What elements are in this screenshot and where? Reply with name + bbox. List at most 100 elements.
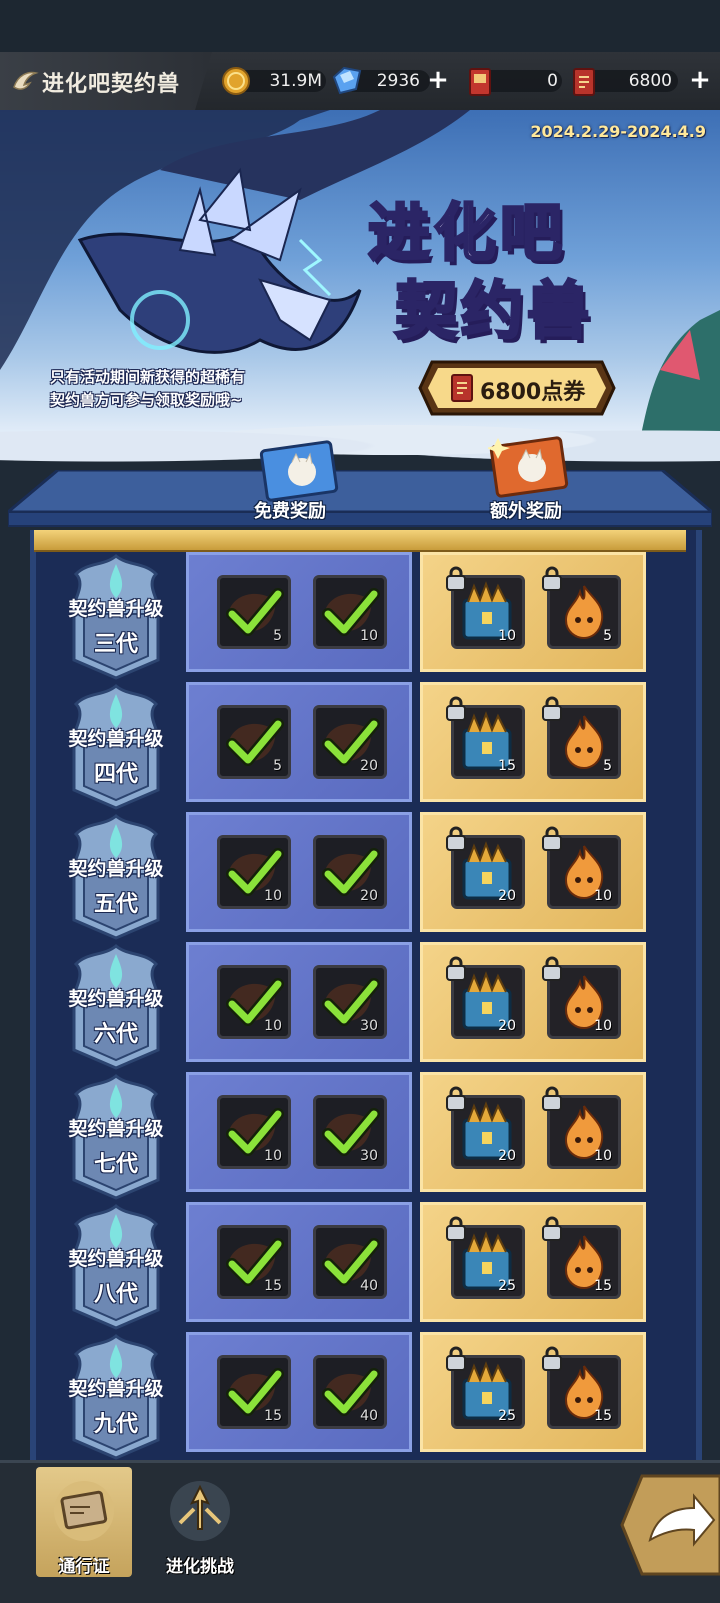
claimed-material-item[interactable]: 5 [217, 575, 291, 649]
lock-icon [541, 1085, 563, 1111]
claimed-meat-item[interactable]: 30 [313, 1095, 387, 1169]
event-title-line1: 进化吧 [366, 195, 567, 271]
back-icon[interactable] [10, 65, 40, 95]
extra-reward-cell[interactable]: 15 5 [420, 682, 646, 802]
panel-roof [8, 470, 712, 527]
add-diamond-button[interactable]: + [426, 67, 450, 95]
level-badge: 契约兽升级 六代 [40, 942, 192, 1072]
claimed-meat-item[interactable]: 20 [313, 705, 387, 779]
tab-pass[interactable]: 通行证 [36, 1467, 132, 1577]
item-quantity: 15 [498, 758, 516, 774]
item-quantity: 10 [594, 888, 612, 904]
premium-pass-ticket-icon [488, 436, 569, 498]
bottom-nav: 通行证 进化挑战 [0, 1460, 720, 1603]
level-title: 契约兽升级 [68, 598, 164, 620]
item-quantity: 40 [360, 1278, 378, 1294]
diamond-value: 2936 [376, 71, 420, 91]
reward-row: 契约兽升级 五代 10 20 20 10 [40, 812, 680, 940]
item-quantity: 5 [603, 758, 612, 774]
gold-coin-icon [222, 67, 250, 95]
point-voucher-icon [573, 68, 595, 96]
extra-reward-cell[interactable]: 20 10 [420, 1072, 646, 1192]
level-badge: 契约兽升级 四代 [40, 682, 192, 812]
title-area[interactable]: 进化吧契约兽 [0, 52, 212, 110]
item-quantity: 25 [498, 1408, 516, 1424]
item-quantity: 10 [360, 628, 378, 644]
level-badge: 契约兽升级 九代 [40, 1332, 192, 1462]
extra-reward-cell[interactable]: 25 15 [420, 1332, 646, 1452]
free-reward-cell[interactable]: 10 30 [186, 1072, 412, 1192]
item-quantity: 5 [273, 758, 282, 774]
event-date-range: 2024.2.29-2024.4.9 [530, 122, 706, 141]
free-reward-cell[interactable]: 10 20 [186, 812, 412, 932]
lock-icon [541, 695, 563, 721]
claimed-meat-item[interactable]: 30 [313, 965, 387, 1039]
extra-reward-cell[interactable]: 20 10 [420, 812, 646, 932]
event-description: 只有活动期间新获得的超稀有 契约兽方可参与领取奖励哦~ [50, 366, 350, 412]
add-voucher-button[interactable]: + [688, 67, 712, 95]
claimed-material-item[interactable]: 10 [217, 1095, 291, 1169]
free-reward-cell[interactable]: 15 40 [186, 1332, 412, 1452]
board-top-rail [34, 530, 686, 552]
claimed-material-item[interactable]: 10 [217, 835, 291, 909]
claimed-material-item[interactable]: 10 [217, 965, 291, 1039]
item-quantity: 10 [594, 1018, 612, 1034]
lock-icon [541, 825, 563, 851]
description-line1: 只有活动期间新获得的超稀有 [50, 368, 246, 386]
lock-icon [445, 695, 467, 721]
level-name: 四代 [93, 762, 138, 787]
claimed-material-item[interactable]: 15 [217, 1225, 291, 1299]
lock-icon [445, 565, 467, 591]
level-title: 契约兽升级 [68, 988, 164, 1010]
extra-reward-cell[interactable]: 20 10 [420, 942, 646, 1062]
item-quantity: 20 [360, 758, 378, 774]
voucher-counter: 6800 + [570, 65, 716, 97]
claimed-material-item[interactable]: 15 [217, 1355, 291, 1429]
reward-row: 契约兽升级 三代 5 10 10 5 [40, 552, 680, 680]
free-reward-cell[interactable]: 5 20 [186, 682, 412, 802]
lock-icon [445, 1345, 467, 1371]
free-pass-ticket-icon [259, 440, 339, 502]
event-title-line2: 契约兽 [393, 273, 594, 349]
level-badge: 契约兽升级 七代 [40, 1072, 192, 1202]
level-title: 契约兽升级 [68, 1118, 164, 1140]
item-quantity: 20 [498, 1018, 516, 1034]
tab-evolution-challenge[interactable]: 进化挑战 [152, 1467, 248, 1577]
claimed-meat-item[interactable]: 20 [313, 835, 387, 909]
extra-reward-cell[interactable]: 25 15 [420, 1202, 646, 1322]
item-quantity: 10 [264, 1018, 282, 1034]
reward-row: 契约兽升级 七代 10 30 20 10 [40, 1072, 680, 1200]
item-quantity: 40 [360, 1408, 378, 1424]
purchase-price-button[interactable]: 6800点券 [418, 360, 616, 416]
voucher-value: 6800 [628, 71, 672, 91]
level-title: 契约兽升级 [68, 1378, 164, 1400]
event-ticket-counter: 0 [466, 65, 566, 97]
item-quantity: 25 [498, 1278, 516, 1294]
extra-reward-cell[interactable]: 10 5 [420, 552, 646, 672]
free-reward-cell[interactable]: 15 40 [186, 1202, 412, 1322]
price-label: 6800点券 [480, 380, 586, 405]
event-banner: 2024.2.29-2024.4.9 进化吧 契约兽 只有活动期间新获得的超稀有… [0, 110, 720, 440]
lock-icon [445, 1085, 467, 1111]
claimed-material-item[interactable]: 5 [217, 705, 291, 779]
reward-row: 契约兽升级 八代 15 40 25 15 [40, 1202, 680, 1330]
reward-row: 契约兽升级四代 5 20 15 5 [40, 682, 680, 810]
lock-icon [445, 1215, 467, 1241]
claimed-meat-item[interactable]: 40 [313, 1225, 387, 1299]
level-name: 三代 [93, 632, 138, 657]
item-quantity: 15 [264, 1408, 282, 1424]
pass-book-icon [54, 1481, 114, 1541]
free-reward-cell[interactable]: 5 10 [186, 552, 412, 672]
lock-icon [445, 955, 467, 981]
claimed-meat-item[interactable]: 40 [313, 1355, 387, 1429]
level-title: 契约兽升级 [68, 728, 164, 750]
claimed-meat-item[interactable]: 10 [313, 575, 387, 649]
lock-icon [445, 825, 467, 851]
item-quantity: 10 [498, 628, 516, 644]
level-name: 八代 [93, 1282, 138, 1307]
gold-counter: 31.9M [220, 65, 330, 97]
cloud-decoration [0, 410, 720, 470]
free-reward-cell[interactable]: 10 30 [186, 942, 412, 1062]
go-next-button[interactable] [616, 1470, 720, 1580]
level-title: 契约兽升级 [68, 858, 164, 880]
